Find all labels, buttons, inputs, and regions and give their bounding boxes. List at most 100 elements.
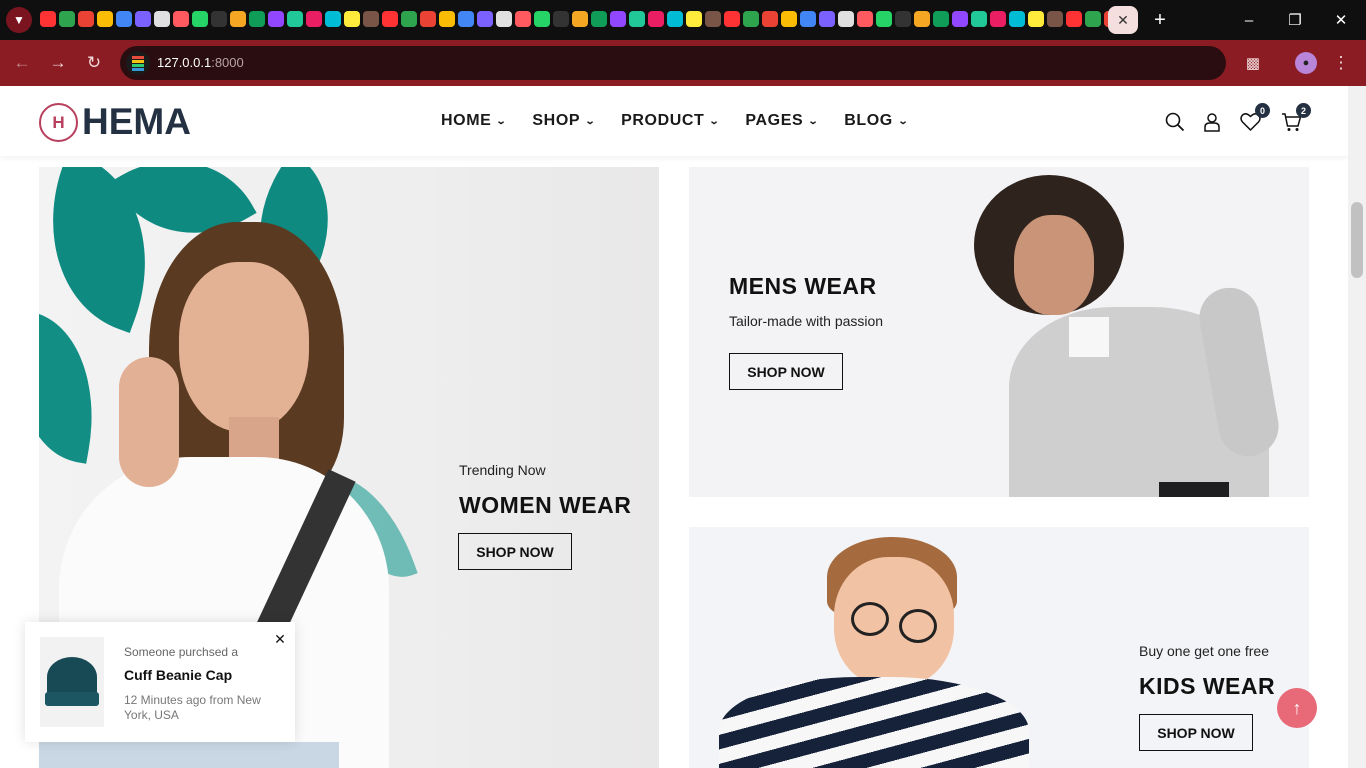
pinned-tab-favicon[interactable] (781, 11, 797, 27)
pinned-tab-favicon[interactable] (287, 11, 303, 27)
pinned-tab-favicon[interactable] (515, 11, 531, 27)
pinned-tab-favicon[interactable] (667, 11, 683, 27)
men-banner-subtitle: Tailor-made with passion (729, 313, 884, 329)
pinned-tab-favicon[interactable] (952, 11, 968, 27)
pinned-tab-favicon[interactable] (876, 11, 892, 27)
pinned-tab-favicon[interactable] (819, 11, 835, 27)
profile-avatar[interactable]: ● (1295, 52, 1317, 74)
back-arrow-icon[interactable]: ← (10, 51, 34, 75)
wishlist-heart-icon[interactable]: 0 (1239, 103, 1270, 133)
pinned-tab-favicon[interactable] (173, 11, 189, 27)
cart-count-badge: 2 (1296, 103, 1311, 118)
popup-product-name[interactable]: Cuff Beanie Cap (124, 667, 232, 683)
pinned-tab-favicon[interactable] (686, 11, 702, 27)
pinned-tab-favicon[interactable] (97, 11, 113, 27)
men-banner-title: MENS WEAR (729, 273, 877, 299)
pinned-tab-favicon[interactable] (40, 11, 56, 27)
nav-pages[interactable]: PAGES ⌄ (745, 112, 818, 130)
pinned-tab-favicon[interactable] (838, 11, 854, 27)
pinned-tab-favicon[interactable] (743, 11, 759, 27)
pinned-tab-favicon[interactable] (249, 11, 265, 27)
nav-shop[interactable]: SHOP ⌄ (532, 112, 595, 130)
pinned-tab-favicon[interactable] (1009, 11, 1025, 27)
user-account-icon[interactable] (1201, 111, 1223, 133)
pinned-tab-favicon[interactable] (1085, 11, 1101, 27)
extensions-icon[interactable]: ▩ (1242, 52, 1264, 74)
women-shop-now-button[interactable]: SHOP NOW (458, 533, 572, 570)
browser-toolbar: ← → ↻ 127.0.0.1:8000 ▩ ● ⋮ (0, 40, 1366, 86)
pinned-tab-favicon[interactable] (705, 11, 721, 27)
pinned-tab-favicon[interactable] (363, 11, 379, 27)
pinned-tab-favicon[interactable] (78, 11, 94, 27)
pinned-tab-favicon[interactable] (857, 11, 873, 27)
pinned-tab-favicon[interactable] (344, 11, 360, 27)
new-tab-button[interactable]: + (1148, 8, 1172, 32)
search-icon[interactable] (1164, 111, 1186, 133)
pinned-tab-favicon[interactable] (211, 11, 227, 27)
forward-arrow-icon[interactable]: → (46, 51, 70, 75)
pinned-tab-favicon[interactable] (990, 11, 1006, 27)
scrollbar-thumb[interactable] (1351, 202, 1363, 278)
chevron-down-icon: ⌄ (897, 115, 910, 127)
kids-wear-banner[interactable]: Buy one get one free KIDS WEAR SHOP NOW (689, 527, 1309, 768)
pinned-tab-favicon[interactable] (914, 11, 930, 27)
pinned-tab-favicon[interactable] (724, 11, 740, 27)
pinned-tab-favicon[interactable] (895, 11, 911, 27)
window-close-icon[interactable]: ✕ (1318, 0, 1364, 40)
kids-shop-now-button[interactable]: SHOP NOW (1139, 714, 1253, 751)
pinned-tab-favicon[interactable] (420, 11, 436, 27)
cart-icon[interactable]: 2 (1280, 103, 1311, 133)
pinned-tab-favicon[interactable] (971, 11, 987, 27)
browser-menu-icon[interactable]: ⋮ (1330, 52, 1352, 74)
reload-icon[interactable]: ↻ (82, 51, 106, 75)
address-bar[interactable]: 127.0.0.1:8000 (120, 46, 1226, 80)
restore-icon[interactable]: ❐ (1272, 0, 1318, 40)
wishlist-count-badge: 0 (1255, 103, 1270, 118)
pinned-tab-favicon[interactable] (534, 11, 550, 27)
url-text: 127.0.0.1:8000 (157, 55, 244, 70)
pinned-tab-favicon[interactable] (800, 11, 816, 27)
pinned-tab-favicon[interactable] (553, 11, 569, 27)
tab-search-button[interactable]: ▼ (6, 7, 32, 33)
logo-icon[interactable]: H (39, 103, 78, 142)
pinned-tab-favicon[interactable] (59, 11, 75, 27)
pinned-tab-favicon[interactable] (1047, 11, 1063, 27)
pinned-tab-favicon[interactable] (648, 11, 664, 27)
pinned-tab-favicon[interactable] (933, 11, 949, 27)
pinned-tab-favicon[interactable] (230, 11, 246, 27)
pinned-tab-favicon[interactable] (401, 11, 417, 27)
pinned-tab-favicon[interactable] (610, 11, 626, 27)
pinned-tab-favicon[interactable] (116, 11, 132, 27)
browser-tab-strip: ▼ ✕ + – ❐ ✕ (0, 0, 1366, 40)
active-tab-close-icon[interactable]: ✕ (1108, 6, 1138, 34)
site-info-icon[interactable] (126, 51, 150, 75)
nav-product[interactable]: PRODUCT ⌄ (621, 112, 720, 130)
pinned-tab-favicon[interactable] (572, 11, 588, 27)
nav-blog[interactable]: BLOG ⌄ (844, 112, 908, 130)
pinned-tab-favicon[interactable] (1066, 11, 1082, 27)
pinned-tab-favicon[interactable] (496, 11, 512, 27)
scroll-to-top-button[interactable]: ↑ (1277, 688, 1317, 728)
pinned-tab-favicon[interactable] (439, 11, 455, 27)
pinned-tab-favicon[interactable] (1028, 11, 1044, 27)
pinned-tab-favicon[interactable] (591, 11, 607, 27)
men-shop-now-button[interactable]: SHOP NOW (729, 353, 843, 390)
page-scrollbar[interactable] (1348, 86, 1366, 768)
minimize-icon[interactable]: – (1226, 0, 1272, 40)
nav-home[interactable]: HOME ⌄ (441, 112, 507, 130)
pinned-tab-favicon[interactable] (306, 11, 322, 27)
mens-wear-banner[interactable]: MENS WEAR Tailor-made with passion SHOP … (689, 167, 1309, 497)
pinned-tab-favicon[interactable] (458, 11, 474, 27)
product-thumbnail[interactable] (40, 637, 104, 727)
pinned-tab-favicon[interactable] (135, 11, 151, 27)
close-icon[interactable]: ✕ (273, 631, 287, 647)
pinned-tab-favicon[interactable] (382, 11, 398, 27)
pinned-tab-favicon[interactable] (154, 11, 170, 27)
pinned-tab-favicon[interactable] (192, 11, 208, 27)
pinned-tab-favicon[interactable] (268, 11, 284, 27)
pinned-tab-favicon[interactable] (762, 11, 778, 27)
pinned-tab-favicon[interactable] (325, 11, 341, 27)
pinned-tab-favicon[interactable] (477, 11, 493, 27)
logo-text[interactable]: HEMA (82, 101, 191, 143)
pinned-tab-favicon[interactable] (629, 11, 645, 27)
